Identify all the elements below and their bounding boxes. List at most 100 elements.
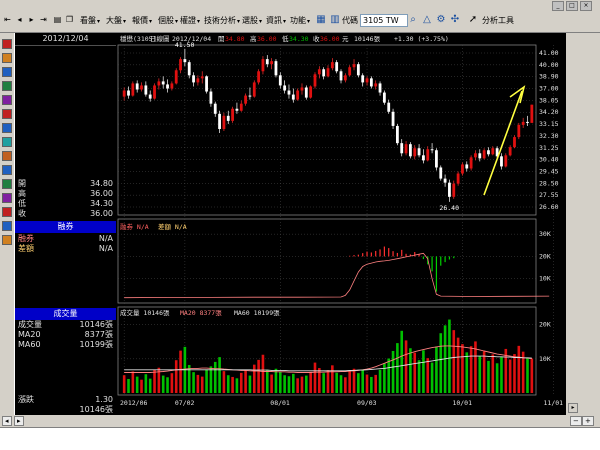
menu-quote-label: 報價 <box>132 16 148 25</box>
price-tick-label: 40.00 <box>539 61 559 69</box>
left-bar-button-9[interactable] <box>2 151 12 161</box>
margin-row: 融券 N/A <box>18 234 113 244</box>
volume-bar <box>278 371 282 393</box>
volume-bar <box>469 346 473 393</box>
menu-function[interactable]: 功能▾ <box>290 14 310 28</box>
margin-value: N/A <box>98 234 113 243</box>
candle-body <box>474 153 477 158</box>
left-bar-button-10[interactable] <box>2 165 12 175</box>
search-icon[interactable]: ⌕ <box>406 13 420 27</box>
left-bar-button-2[interactable] <box>2 53 12 63</box>
menu-warrant-label: 權證 <box>180 16 196 25</box>
menu-market[interactable]: 大盤▾ <box>106 14 126 28</box>
next-icon[interactable]: ▸ <box>26 14 37 26</box>
alert-icon[interactable]: △ <box>420 13 434 27</box>
tab-zoom-out[interactable]: − <box>570 416 582 426</box>
price-tick-label: 38.90 <box>539 73 559 81</box>
volume-bar <box>500 356 503 393</box>
menu-look-label: 看盤 <box>80 16 96 25</box>
left-bar-button-6[interactable] <box>2 109 12 119</box>
margin-tick-label: 20K <box>539 252 551 260</box>
volume-bar <box>530 358 534 393</box>
candle-body <box>244 95 247 104</box>
menu-quote[interactable]: 報價▾ <box>132 14 152 28</box>
left-bar-button-5[interactable] <box>2 95 12 105</box>
volume-bar <box>378 369 382 393</box>
tab-first[interactable]: ◂ <box>2 416 12 426</box>
chart-icon[interactable]: ▦ <box>314 13 328 27</box>
price-unit: 元 <box>342 35 349 43</box>
link-icon[interactable]: ✣ <box>448 13 462 27</box>
candle-body <box>170 83 174 89</box>
menu-warrant[interactable]: 權證▾ <box>180 14 200 28</box>
prev-icon[interactable]: ◂ <box>14 14 25 26</box>
price-tick-label: 34.20 <box>539 108 559 116</box>
candle-body <box>469 157 473 169</box>
code-label: 代碼 <box>342 16 358 25</box>
left-bar-button-13[interactable] <box>2 207 12 217</box>
tab-second[interactable]: ▸ <box>14 416 24 426</box>
candle-body <box>122 90 126 97</box>
volume-bar <box>226 375 230 393</box>
menu-screener[interactable]: 選股▾ <box>242 14 262 28</box>
volume-bar <box>235 378 239 393</box>
table-icon[interactable]: ▥ <box>328 13 342 27</box>
cursor-icon[interactable]: ➚ <box>466 13 480 27</box>
left-bar-button-4[interactable] <box>2 81 12 91</box>
candle-body <box>291 94 295 100</box>
candle-body <box>482 150 486 159</box>
code-input[interactable]: 3105 TW <box>360 14 408 27</box>
minimize-button[interactable]: _ <box>552 1 564 11</box>
left-bar-button-8[interactable] <box>2 137 12 147</box>
print-icon[interactable]: ▤ <box>52 14 63 26</box>
left-bar-button-7[interactable] <box>2 123 12 133</box>
scroll-right-button[interactable]: ▸ <box>568 403 578 413</box>
menu-look[interactable]: 看盤▾ <box>80 14 100 28</box>
volume-bar <box>283 375 286 393</box>
left-bar-button-3[interactable] <box>2 67 12 77</box>
candle-body <box>213 103 217 114</box>
volume-bar <box>491 354 495 393</box>
left-bar-button-14[interactable] <box>2 221 12 231</box>
copy-icon[interactable]: ❐ <box>64 14 75 26</box>
volume-layer <box>122 319 534 393</box>
left-bar-button-11[interactable] <box>2 179 12 189</box>
menu-info[interactable]: 資訊▾ <box>266 14 286 28</box>
info-panel: 2012/12/04 開 34.80 高 36.00 低 34.30 收 36.00 融… <box>15 33 117 415</box>
candle-body <box>430 149 434 151</box>
volume-row: 成交量 10146張 <box>18 320 113 330</box>
last-icon[interactable]: ⇥ <box>38 14 49 26</box>
candle-body <box>235 108 239 111</box>
close-button[interactable]: × <box>580 1 592 11</box>
candle-body <box>395 125 399 144</box>
candle-body <box>192 75 195 83</box>
candle-body <box>417 148 421 156</box>
first-icon[interactable]: ⇤ <box>2 14 13 26</box>
menu-stock[interactable]: 個股▾ <box>158 14 178 28</box>
grid-layer <box>117 44 554 396</box>
volume-bar <box>122 375 126 393</box>
price-tick-label: 28.50 <box>539 179 559 187</box>
candle-body <box>526 121 529 123</box>
menu-screener-label: 選股 <box>242 16 258 25</box>
volume-bar <box>422 350 425 393</box>
left-bar-button-15[interactable] <box>2 235 12 245</box>
menu-technical[interactable]: 技術分析▾ <box>204 14 240 28</box>
volume-bar <box>239 372 243 393</box>
candle-body <box>222 115 226 129</box>
candle-body <box>300 87 304 91</box>
analysis-tools-button[interactable]: 分析工具 <box>482 14 514 28</box>
candle-body <box>161 81 165 85</box>
price-tick-label: 38.05 <box>539 96 559 104</box>
settings-icon[interactable]: ⚙ <box>434 13 448 27</box>
tab-zoom-in[interactable]: + <box>582 416 594 426</box>
candle-body <box>127 90 130 96</box>
price-tick-label: 32.30 <box>539 132 559 140</box>
maximize-button[interactable]: □ <box>566 1 578 11</box>
candle-body <box>426 149 430 161</box>
low-row: 低 34.30 <box>18 199 113 209</box>
chart-area[interactable]: 41.00 40.00 38.90 37.00 38.05 34.20 33.15 32.30… <box>116 33 566 415</box>
left-bar-button-12[interactable] <box>2 193 12 203</box>
candle-body <box>530 104 534 123</box>
left-bar-button-1[interactable] <box>2 39 12 49</box>
